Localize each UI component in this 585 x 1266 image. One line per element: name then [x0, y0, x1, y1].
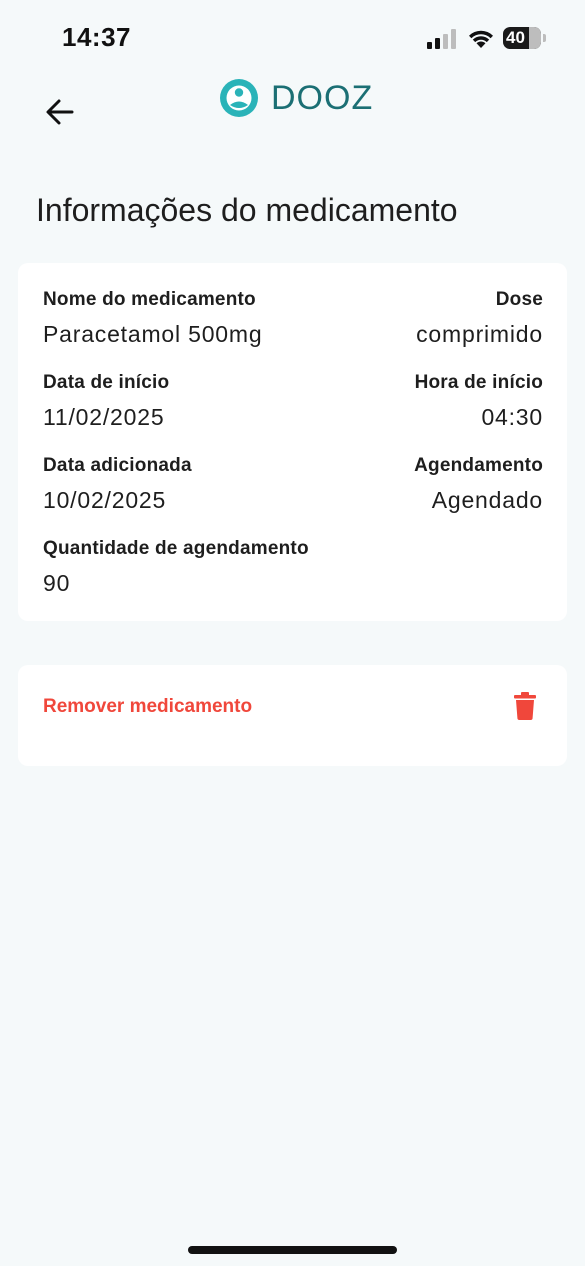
- home-indicator[interactable]: [188, 1246, 397, 1254]
- medication-name-value: Paracetamol 500mg: [43, 321, 263, 347]
- added-date-field: Data adicionada 10/02/2025: [43, 455, 192, 514]
- start-date-label: Data de início: [43, 372, 170, 393]
- battery-empty-portion: [529, 27, 541, 49]
- schedule-field: Agendamento Agendado: [414, 455, 543, 514]
- dose-label: Dose: [495, 289, 543, 310]
- schedule-value: Agendado: [431, 487, 543, 513]
- medication-info-card: Nome do medicamento Paracetamol 500mg Do…: [18, 263, 567, 621]
- schedule-quantity-field: Quantidade de agendamento 90: [43, 538, 309, 597]
- remove-medication-button[interactable]: Remover medicamento: [18, 665, 567, 766]
- battery-cap: [543, 34, 546, 42]
- battery-level: 40: [506, 28, 525, 47]
- cellular-signal-icon: [427, 29, 456, 49]
- start-date-field: Data de início 11/02/2025: [43, 372, 169, 431]
- medication-info-screen: 14:37 40 DOOZ Informações do medicamento…: [0, 0, 585, 1266]
- dose-value: comprimido: [416, 321, 543, 347]
- back-button[interactable]: [42, 96, 78, 128]
- battery-indicator: 40: [503, 27, 541, 49]
- start-date-value: 11/02/2025: [43, 404, 165, 430]
- schedule-quantity-label: Quantidade de agendamento: [43, 538, 309, 559]
- start-time-field: Hora de início 04:30: [415, 372, 543, 431]
- brand-header: DOOZ: [219, 76, 373, 120]
- schedule-quantity-value: 90: [43, 570, 71, 596]
- wifi-icon: [469, 30, 493, 48]
- arrow-left-icon: [46, 99, 74, 125]
- dose-field: Dose comprimido: [416, 289, 543, 348]
- trash-icon[interactable]: [514, 692, 536, 720]
- medication-name-label: Nome do medicamento: [43, 289, 256, 310]
- added-date-value: 10/02/2025: [43, 487, 167, 513]
- status-time: 14:37: [62, 22, 131, 52]
- start-time-label: Hora de início: [414, 372, 543, 393]
- dooz-logo-icon: [220, 79, 258, 117]
- medication-name-field: Nome do medicamento Paracetamol 500mg: [43, 289, 262, 348]
- page-title: Informações do medicamento: [36, 192, 458, 228]
- remove-medication-label: Remover medicamento: [43, 696, 253, 717]
- status-bar: 14:37 40: [0, 0, 585, 70]
- schedule-label: Agendamento: [414, 455, 543, 476]
- start-time-value: 04:30: [481, 404, 543, 430]
- brand-name: DOOZ: [271, 78, 374, 117]
- added-date-label: Data adicionada: [43, 455, 192, 476]
